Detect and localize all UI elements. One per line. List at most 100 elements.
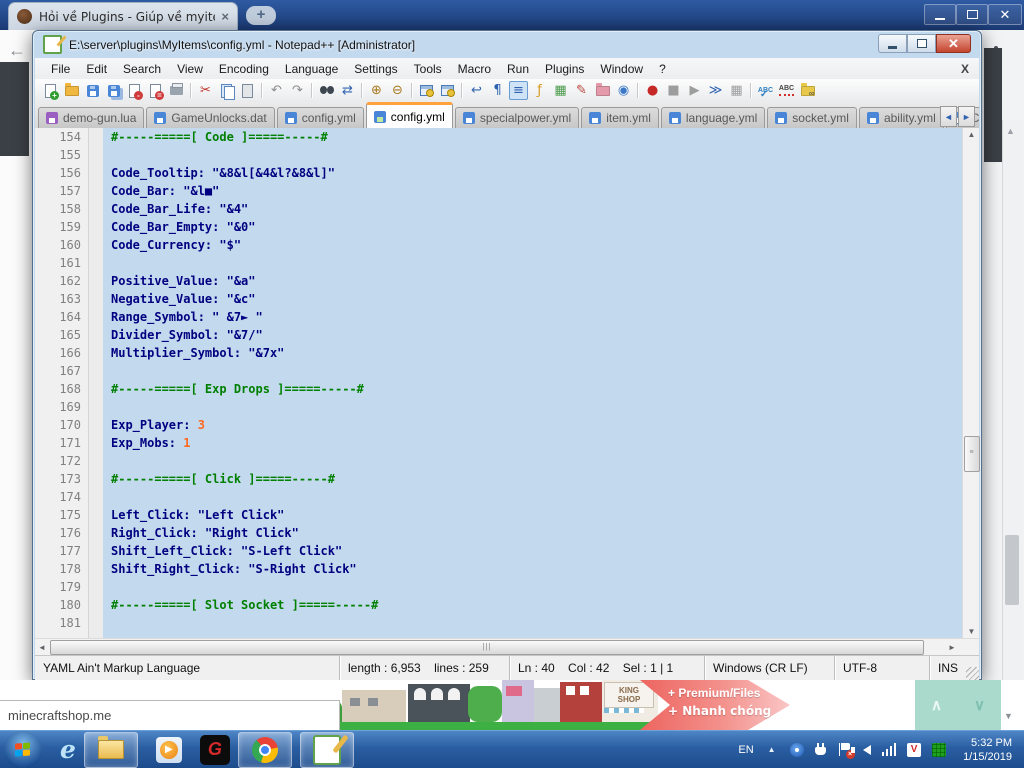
taskbar-notepadpp-button[interactable]: [300, 732, 354, 768]
resize-grip[interactable]: [966, 667, 979, 680]
macro-save-icon[interactable]: ▦: [727, 81, 746, 100]
macro-record-icon[interactable]: ●: [643, 81, 662, 100]
scroll-down-icon[interactable]: ▼: [963, 627, 980, 636]
menu-run[interactable]: Run: [499, 62, 537, 76]
action-center-icon[interactable]: ×: [838, 743, 852, 757]
window-restore-button[interactable]: [907, 34, 936, 53]
language-indicator[interactable]: EN: [738, 744, 753, 756]
browser-maximize-button[interactable]: [956, 4, 988, 25]
menu-tools[interactable]: Tools: [406, 62, 450, 76]
undo-icon[interactable]: ↶: [267, 81, 286, 100]
show-hidden-icons-icon[interactable]: ▲: [768, 745, 776, 754]
folder-as-workspace-icon[interactable]: [798, 81, 817, 100]
start-button[interactable]: [4, 731, 42, 768]
tab-language.yml[interactable]: language.yml: [661, 107, 765, 128]
scroll-up-icon[interactable]: ▲: [963, 130, 980, 139]
menu-encoding[interactable]: Encoding: [211, 62, 277, 76]
tab-specialpower.yml[interactable]: specialpower.yml: [455, 107, 579, 128]
tab-GameUnlocks.dat[interactable]: GameUnlocks.dat: [146, 107, 274, 128]
tab-socket.yml[interactable]: socket.yml: [767, 107, 857, 128]
menu-settings[interactable]: Settings: [346, 62, 405, 76]
spell-check-icon[interactable]: ABC: [756, 81, 775, 100]
new-tab-button[interactable]: +: [246, 6, 276, 25]
close-file-icon[interactable]: -: [125, 81, 144, 100]
menu-help[interactable]: ?: [651, 62, 674, 76]
browser-back-icon[interactable]: ←: [8, 40, 26, 61]
paste-icon[interactable]: [238, 81, 257, 100]
tab-scroll-left-icon[interactable]: ◄: [940, 106, 957, 127]
copy-icon[interactable]: [217, 81, 236, 100]
scroll-right-icon[interactable]: ►: [947, 643, 957, 652]
document-switcher-icon[interactable]: ✎: [572, 81, 591, 100]
new-file-icon[interactable]: +: [41, 81, 60, 100]
tab-config.yml[interactable]: config.yml: [277, 107, 364, 128]
open-file-icon[interactable]: [62, 81, 81, 100]
zoom-out-icon[interactable]: ⊖: [388, 81, 407, 100]
show-all-characters-icon[interactable]: ¶: [488, 81, 507, 100]
print-icon[interactable]: [167, 81, 186, 100]
taskbar-explorer-button[interactable]: [84, 732, 138, 768]
network-icon[interactable]: [882, 743, 897, 756]
power-icon[interactable]: [815, 743, 827, 756]
taskbar-garena-button[interactable]: G: [200, 735, 230, 765]
close-all-icon[interactable]: =: [146, 81, 165, 100]
browser-minimize-button[interactable]: [924, 4, 956, 25]
menu-close-button[interactable]: X: [961, 62, 969, 76]
menu-window[interactable]: Window: [592, 62, 651, 76]
scroll-left-icon[interactable]: ◄: [37, 643, 47, 652]
editor-vertical-scrollbar[interactable]: ▲ ≡ ▼: [962, 128, 979, 638]
preview-icon[interactable]: ◉: [614, 81, 633, 100]
tab-config.yml[interactable]: config.yml: [366, 102, 453, 128]
taskbar-chrome-button[interactable]: [238, 732, 292, 768]
input-method-icon[interactable]: [932, 743, 946, 757]
browser-scroll-down-icon[interactable]: ▼: [1004, 711, 1013, 721]
save-all-icon[interactable]: [104, 81, 123, 100]
menu-file[interactable]: File: [43, 62, 78, 76]
indent-guides-icon[interactable]: ≡: [509, 81, 528, 100]
collapse-down-icon[interactable]: ∨: [974, 696, 985, 714]
sync-horizontal-scroll-icon[interactable]: [438, 81, 457, 100]
editor-horizontal-scrollbar[interactable]: ◄ ||| ►: [35, 638, 979, 655]
tab-ability.yml[interactable]: ability.yml: [859, 107, 944, 128]
save-icon[interactable]: [83, 81, 102, 100]
taskbar-clock[interactable]: 5:32 PM 1/15/2019: [963, 736, 1012, 764]
window-close-button[interactable]: ✕: [936, 34, 971, 53]
macro-run-multiple-icon[interactable]: ≫: [706, 81, 725, 100]
vertical-scroll-thumb[interactable]: ≡: [964, 436, 980, 472]
browser-close-button[interactable]: ✕: [988, 4, 1022, 25]
taskbar-ie-button[interactable]: e: [60, 735, 76, 764]
menu-macro[interactable]: Macro: [450, 62, 499, 76]
editor-text-area[interactable]: 154#-----=====[ Code ]=====-----#155156C…: [35, 128, 960, 638]
cut-icon[interactable]: ✂: [196, 81, 215, 100]
find-icon[interactable]: [317, 81, 336, 100]
tab-scroll-right-icon[interactable]: ►: [958, 106, 975, 127]
window-titlebar[interactable]: E:\server\plugins\MyItems\config.yml - N…: [33, 31, 981, 58]
browser-tab[interactable]: Hỏi về Plugins - Giúp về myitems ×: [8, 2, 238, 30]
collapse-up-icon[interactable]: ∧: [931, 696, 942, 714]
browser-scroll-thumb[interactable]: [1005, 535, 1019, 605]
browser-tab-close-icon[interactable]: ×: [221, 9, 229, 24]
menu-search[interactable]: Search: [115, 62, 169, 76]
document-map-icon[interactable]: ▦: [551, 81, 570, 100]
macro-stop-icon[interactable]: ■: [664, 81, 683, 100]
window-minimize-button[interactable]: [878, 34, 907, 53]
word-wrap-icon[interactable]: ↩: [467, 81, 486, 100]
tab-item.yml[interactable]: item.yml: [581, 107, 659, 128]
zoom-in-icon[interactable]: ⊕: [367, 81, 386, 100]
horizontal-scroll-thumb[interactable]: |||: [50, 640, 924, 655]
project-panel-icon[interactable]: [593, 81, 612, 100]
taskbar-media-player-button[interactable]: ▶: [156, 737, 182, 763]
macro-play-icon[interactable]: ▶: [685, 81, 704, 100]
menu-language[interactable]: Language: [277, 62, 346, 76]
browser-scroll-up-icon[interactable]: ▲: [1006, 126, 1015, 136]
function-list-icon[interactable]: ƒ: [530, 81, 549, 100]
spell-check-document-icon[interactable]: ABC: [777, 81, 796, 100]
sync-vertical-scroll-icon[interactable]: [417, 81, 436, 100]
menu-plugins[interactable]: Plugins: [537, 62, 592, 76]
redo-icon[interactable]: ↷: [288, 81, 307, 100]
menu-edit[interactable]: Edit: [78, 62, 115, 76]
antivirus-icon[interactable]: V: [907, 743, 921, 757]
tab-demo-gun.lua[interactable]: demo-gun.lua: [38, 107, 144, 128]
menu-view[interactable]: View: [169, 62, 211, 76]
garena-tray-icon[interactable]: [790, 743, 804, 757]
